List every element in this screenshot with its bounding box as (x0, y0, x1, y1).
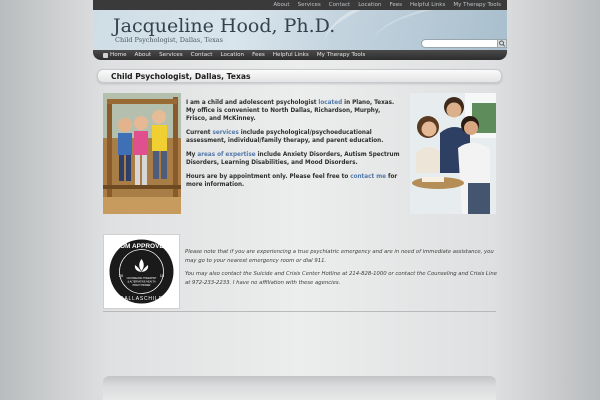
expertise-paragraph: My areas of expertise include Anxiety Di… (186, 151, 402, 167)
areas-of-expertise-link[interactable]: areas of expertise (197, 152, 255, 158)
nav-contact[interactable]: Contact (187, 52, 217, 58)
contact-me-link[interactable]: contact me (350, 174, 386, 180)
badge-year-left: 20 (119, 273, 124, 278)
search-icon (499, 40, 506, 47)
intro-text-span: Hours are by appointment only. Please fe… (186, 174, 351, 180)
top-nav-location[interactable]: Location (358, 1, 381, 9)
nav-location[interactable]: Location (216, 52, 248, 58)
top-nav-helpful-links[interactable]: Helpful Links (410, 1, 445, 9)
search-button[interactable] (497, 39, 507, 48)
page-title-bar: Child Psychologist, Dallas, Texas (97, 69, 502, 83)
mom-approved-badge: MOM APPROVED 20 15 COUNSELING THERAPIST … (103, 234, 180, 309)
emergency-disclaimer: Please note that if you are experiencing… (185, 248, 497, 292)
located-link[interactable]: located (318, 100, 342, 106)
badge-bottom-text: DALLASCHILD (120, 296, 163, 302)
crisis-line-note: You may also contact the Suicide and Cri… (185, 271, 497, 286)
teens-studying-photo (410, 93, 496, 214)
top-nav-services[interactable]: Services (298, 1, 321, 9)
intro-text-span: Current (186, 130, 213, 136)
hours-paragraph: Hours are by appointment only. Please fe… (186, 173, 402, 189)
intro-text-span: I am a child and adolescent psychologist (186, 100, 319, 106)
top-nav-contact[interactable]: Contact (329, 1, 350, 9)
badge-top-text: MOM APPROVED (115, 243, 169, 250)
services-link[interactable]: services (212, 130, 238, 136)
top-bar: About Services Contact Location Fees Hel… (93, 0, 507, 10)
nav-therapy-tools[interactable]: My Therapy Tools (313, 52, 369, 58)
intro-paragraph: I am a child and adolescent psychologist… (186, 99, 402, 123)
home-icon (103, 52, 108, 58)
footer-bar (103, 376, 496, 400)
site-tagline: Child Psychologist, Dallas, Texas (115, 36, 223, 44)
top-nav-about[interactable]: About (273, 1, 289, 9)
nav-helpful-links[interactable]: Helpful Links (269, 52, 313, 58)
children-playground-photo (103, 93, 181, 214)
top-nav-fees[interactable]: Fees (389, 1, 402, 9)
teens-photo-art (410, 93, 496, 214)
page-title: Child Psychologist, Dallas, Texas (111, 72, 251, 81)
emergency-note: Please note that if you are experiencing… (185, 249, 494, 264)
top-nav-therapy-tools[interactable]: My Therapy Tools (453, 1, 501, 9)
site-title[interactable]: Jacqueline Hood, Ph.D. (113, 15, 335, 37)
nav-services[interactable]: Services (155, 52, 187, 58)
intro-text-span: My (186, 152, 198, 158)
nav-about[interactable]: About (131, 52, 156, 58)
badge-logo: MOM APPROVED 20 15 COUNSELING THERAPIST … (107, 237, 176, 306)
nav-home-label: Home (110, 52, 127, 58)
content-divider (103, 311, 496, 312)
badge-line3: PRACTITIONER (133, 284, 151, 287)
nav-fees[interactable]: Fees (248, 52, 269, 58)
children-photo-art (103, 93, 181, 214)
intro-text: I am a child and adolescent psychologist… (186, 99, 402, 195)
nav-home[interactable]: Home (99, 52, 131, 58)
main-navigation: Home About Services Contact Location Fee… (93, 50, 507, 60)
search-box (421, 39, 506, 58)
top-navigation: About Services Contact Location Fees Hel… (273, 1, 501, 9)
services-paragraph: Current services include psychological/p… (186, 129, 402, 145)
badge-year-right: 15 (160, 273, 165, 278)
